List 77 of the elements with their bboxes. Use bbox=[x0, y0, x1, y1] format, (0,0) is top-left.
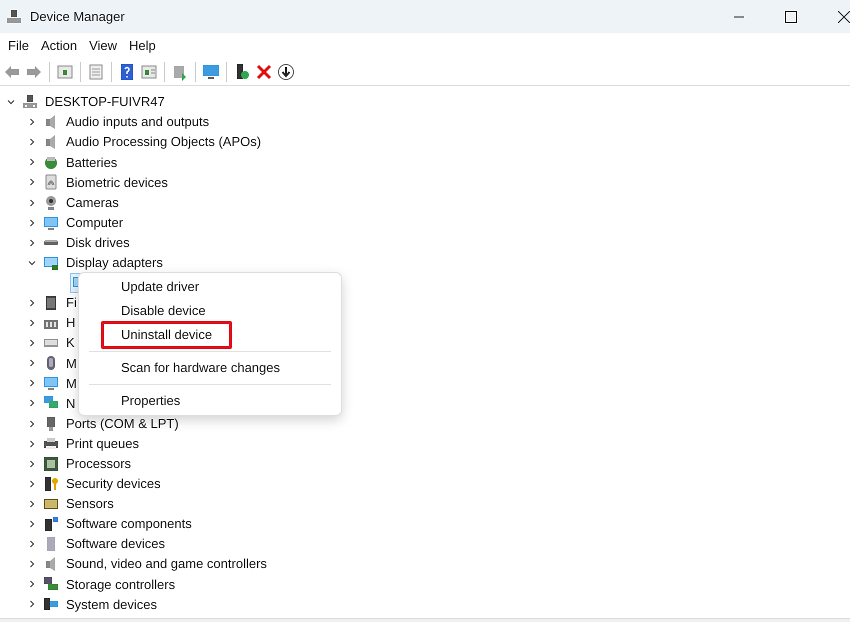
expand-chevron-icon[interactable] bbox=[27, 177, 37, 188]
tree-item[interactable]: N bbox=[66, 394, 76, 414]
tree-item[interactable]: Storage controllers bbox=[66, 574, 176, 594]
expand-chevron-icon[interactable] bbox=[27, 579, 37, 590]
expand-chevron-icon[interactable] bbox=[27, 318, 37, 328]
tree-item[interactable]: Print queues bbox=[66, 434, 139, 454]
monitor-icon bbox=[43, 214, 59, 231]
menu-item[interactable]: Action bbox=[34, 36, 84, 56]
tree-item[interactable]: Batteries bbox=[66, 152, 118, 172]
expand-chevron-icon[interactable] bbox=[27, 478, 37, 489]
expand-chevron-icon[interactable] bbox=[27, 398, 37, 408]
expand-chevron-icon[interactable] bbox=[27, 137, 37, 148]
tree-item[interactable]: H bbox=[66, 313, 76, 333]
expand-chevron-icon[interactable] bbox=[27, 539, 37, 550]
maximize-icon bbox=[785, 10, 797, 22]
expand-chevron-icon[interactable] bbox=[27, 438, 37, 449]
tree-item[interactable]: Security devices bbox=[66, 474, 161, 494]
menu-option[interactable]: Uninstall device bbox=[101, 321, 232, 349]
menu-option[interactable]: Scan for hardware changes bbox=[101, 356, 300, 380]
expand-chevron-icon[interactable] bbox=[27, 198, 37, 208]
tree-item[interactable]: Fi bbox=[66, 293, 77, 313]
tree-item[interactable]: Sound, video and game controllers bbox=[66, 554, 267, 574]
tree-item[interactable]: Audio inputs and outputs bbox=[66, 112, 210, 132]
tree-item[interactable]: Disk drives bbox=[66, 232, 130, 252]
tree-item[interactable]: DESKTOP-FUIVR47 bbox=[45, 92, 165, 112]
expand-chevron-icon[interactable] bbox=[27, 519, 37, 530]
expand-chevron-icon[interactable] bbox=[27, 498, 37, 509]
expand-chevron-icon[interactable] bbox=[27, 338, 37, 348]
tree-item[interactable]: Sensors bbox=[66, 494, 114, 514]
tree-item[interactable]: Audio Processing Objects (APOs) bbox=[66, 132, 262, 152]
tree-item[interactable]: Software devices bbox=[66, 534, 165, 554]
computer-icon bbox=[22, 94, 38, 110]
close-icon bbox=[838, 10, 850, 22]
expand-chevron-icon[interactable] bbox=[27, 117, 37, 128]
chip-board-icon bbox=[43, 294, 59, 311]
webcam-icon bbox=[43, 194, 59, 211]
menu-item[interactable]: Help bbox=[123, 36, 162, 56]
tree-item[interactable]: Ports (COM & LPT) bbox=[66, 414, 179, 434]
tree-item[interactable]: Computer bbox=[66, 212, 124, 232]
expand-chevron-icon[interactable] bbox=[27, 458, 37, 469]
expand-chevron-icon[interactable] bbox=[27, 218, 37, 228]
printer-icon bbox=[43, 436, 59, 452]
storage-controller-icon bbox=[43, 576, 59, 592]
expand-chevron-icon[interactable] bbox=[27, 298, 37, 308]
expand-chevron-icon[interactable] bbox=[27, 599, 37, 610]
tree-item[interactable]: M bbox=[66, 374, 77, 394]
expand-chevron-icon[interactable] bbox=[27, 358, 37, 368]
menu-option[interactable]: Update driver bbox=[101, 275, 220, 299]
menu-option[interactable]: Properties bbox=[101, 389, 200, 413]
tree-item[interactable]: System devices bbox=[66, 594, 158, 614]
tree-item[interactable]: Processors bbox=[66, 454, 132, 474]
window-title: Device Manager bbox=[30, 8, 125, 26]
menu-item[interactable]: View bbox=[83, 36, 124, 56]
monitor-icon bbox=[43, 375, 59, 392]
processor-icon bbox=[43, 456, 59, 472]
expand-chevron-icon[interactable] bbox=[27, 157, 37, 168]
minimize-icon bbox=[734, 16, 744, 18]
menu-item[interactable]: File bbox=[2, 36, 35, 56]
component-icon bbox=[43, 516, 59, 532]
system-icon bbox=[43, 596, 59, 612]
fingerprint-icon bbox=[43, 174, 59, 190]
security-key-icon bbox=[43, 476, 59, 492]
expand-chevron-icon[interactable] bbox=[27, 238, 37, 248]
expand-chevron-icon[interactable] bbox=[27, 559, 37, 570]
menu-option[interactable]: Disable device bbox=[101, 299, 226, 323]
expand-chevron-icon[interactable] bbox=[27, 378, 37, 388]
tree-item[interactable]: Biometric devices bbox=[66, 172, 168, 192]
tree-item[interactable]: Software components bbox=[66, 514, 192, 534]
tree-item[interactable]: Display adapters bbox=[66, 253, 163, 273]
battery-icon bbox=[43, 154, 59, 170]
app-icon bbox=[6, 8, 22, 24]
tree-item[interactable]: Cameras bbox=[66, 192, 119, 212]
tree-item[interactable]: K bbox=[66, 333, 75, 353]
disk-drive-icon bbox=[43, 240, 59, 246]
expand-chevron-icon[interactable] bbox=[27, 418, 37, 429]
tree-item[interactable]: M bbox=[66, 354, 77, 374]
display-adapter-icon bbox=[43, 254, 59, 271]
